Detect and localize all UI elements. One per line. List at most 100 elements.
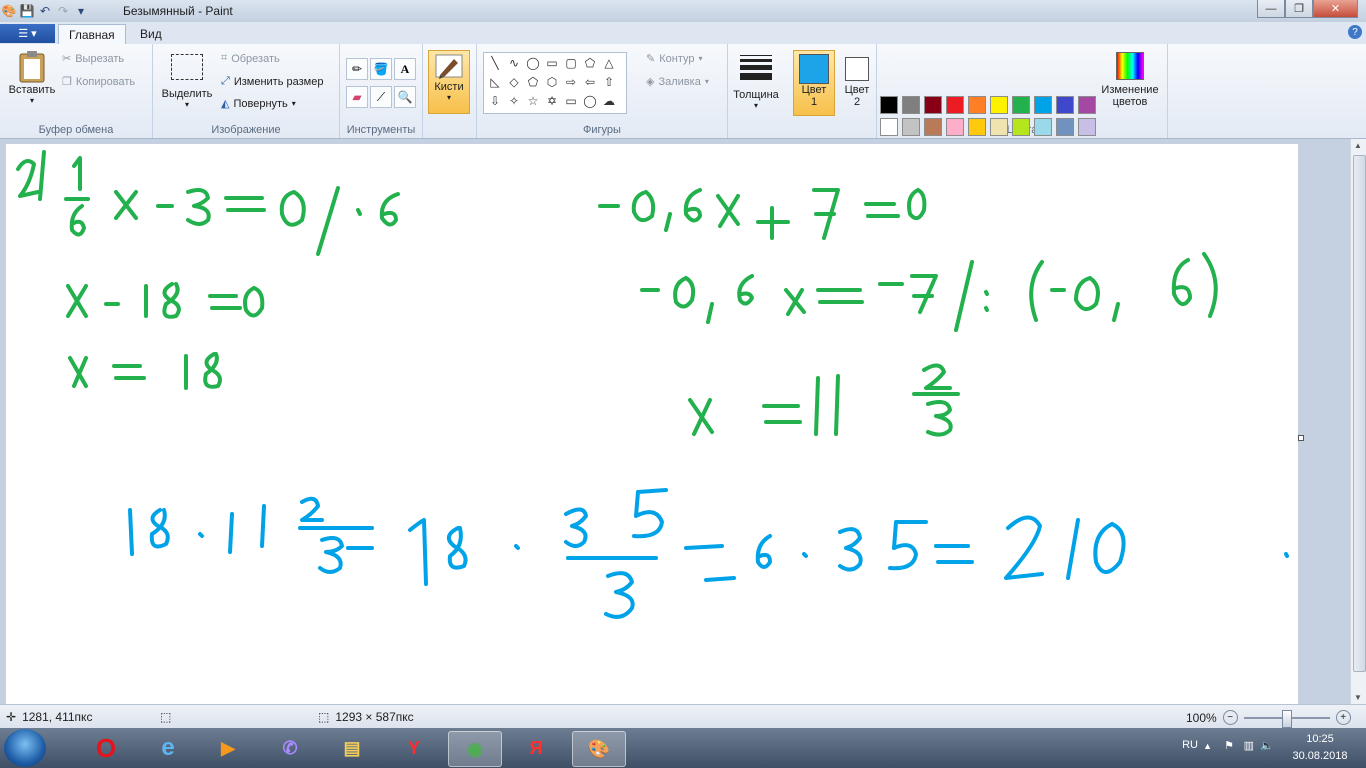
yandex-icon[interactable]: Я — [510, 731, 562, 765]
palette-color-swatch[interactable] — [1078, 96, 1096, 114]
network-icon[interactable]: ▥ — [1244, 739, 1254, 752]
zoom-out-icon[interactable]: − — [1222, 710, 1238, 725]
palette-color-swatch[interactable] — [1034, 118, 1052, 136]
tab-home[interactable]: Главная — [58, 24, 126, 45]
four-point-star-shape-icon[interactable]: ✧ — [505, 92, 523, 110]
color-picker-icon[interactable]: ⟋ — [370, 86, 392, 108]
volume-icon[interactable]: 🔈 — [1260, 739, 1274, 752]
palette-color-swatch[interactable] — [968, 118, 986, 136]
redo-icon[interactable]: ↷ — [56, 4, 70, 18]
customize-qat-icon[interactable]: ▾ — [74, 4, 88, 18]
paste-button[interactable]: Вставить ▾ — [6, 50, 58, 105]
size-button[interactable]: Толщина ▾ — [730, 52, 782, 110]
oval-shape-icon[interactable]: ◯ — [524, 54, 542, 72]
palette-color-swatch[interactable] — [902, 96, 920, 114]
diamond-shape-icon[interactable]: ◇ — [505, 73, 523, 91]
palette-color-swatch[interactable] — [1012, 96, 1030, 114]
save-icon[interactable]: 💾 — [20, 4, 35, 18]
rounded-rectangle-shape-icon[interactable]: ▢ — [562, 54, 580, 72]
edit-colors-button[interactable]: Изменение цветов — [1098, 52, 1162, 108]
rotate-button[interactable]: ◭ Повернуть ▾ — [221, 97, 296, 111]
brushes-button[interactable]: Кисти ▾ — [428, 50, 470, 114]
internet-explorer-icon[interactable]: e — [142, 731, 194, 765]
copy-button[interactable]: ❐ Копировать — [62, 75, 135, 89]
palette-color-swatch[interactable] — [946, 96, 964, 114]
triangle-shape-icon[interactable]: △ — [600, 54, 618, 72]
maximize-button[interactable]: ❐ — [1285, 0, 1313, 18]
five-point-star-shape-icon[interactable]: ☆ — [524, 92, 542, 110]
curve-shape-icon[interactable]: ∿ — [505, 54, 523, 72]
opera-icon[interactable]: O — [80, 731, 132, 765]
clock-time[interactable]: 10:25 — [1288, 733, 1352, 745]
resize-button[interactable]: ⤢ Изменить размер — [221, 75, 323, 88]
down-arrow-shape-icon[interactable]: ⇩ — [486, 92, 504, 110]
help-icon[interactable]: ? — [1348, 25, 1362, 39]
zoom-in-icon[interactable]: + — [1335, 710, 1351, 725]
select-button[interactable]: Выделить ▾ — [159, 54, 215, 109]
vertical-scrollbar[interactable]: ▲ ▼ — [1350, 139, 1366, 704]
minimize-button[interactable]: — — [1257, 0, 1285, 18]
crop-button[interactable]: ⌗ Обрезать — [221, 52, 280, 65]
eraser-icon[interactable]: ▰ — [346, 86, 368, 108]
scroll-down-icon[interactable]: ▼ — [1354, 693, 1362, 702]
color2-button[interactable]: Цвет 2 — [838, 50, 876, 114]
tab-view[interactable]: Вид — [130, 24, 172, 44]
left-arrow-shape-icon[interactable]: ⇦ — [581, 73, 599, 91]
palette-color-swatch[interactable] — [1034, 96, 1052, 114]
file-menu-button[interactable]: ☰ ▾ — [0, 24, 55, 43]
six-point-star-shape-icon[interactable]: ✡ — [543, 92, 561, 110]
pencil-icon[interactable]: ✏ — [346, 58, 368, 80]
palette-color-swatch[interactable] — [968, 96, 986, 114]
hexagon-shape-icon[interactable]: ⬡ — [543, 73, 561, 91]
canvas-resize-handle[interactable] — [1298, 435, 1304, 441]
palette-color-swatch[interactable] — [1012, 118, 1030, 136]
chrome-icon[interactable]: ◉ — [448, 731, 502, 767]
color1-button[interactable]: Цвет 1 — [793, 50, 835, 116]
palette-color-swatch[interactable] — [1056, 118, 1074, 136]
right-triangle-shape-icon[interactable]: ◺ — [486, 73, 504, 91]
action-center-icon[interactable]: ⚑ — [1224, 739, 1234, 752]
viber-icon[interactable]: ✆ — [264, 731, 316, 765]
palette-color-swatch[interactable] — [990, 96, 1008, 114]
palette-color-swatch[interactable] — [990, 118, 1008, 136]
palette-color-swatch[interactable] — [880, 118, 898, 136]
close-button[interactable]: ✕ — [1313, 0, 1358, 18]
palette-color-swatch[interactable] — [946, 118, 964, 136]
magnifier-icon[interactable]: 🔍 — [394, 86, 416, 108]
line-shape-icon[interactable]: ╲ — [486, 54, 504, 72]
scroll-up-icon[interactable]: ▲ — [1354, 141, 1362, 150]
callout-cloud-shape-icon[interactable]: ☁ — [600, 92, 618, 110]
start-button[interactable] — [4, 729, 46, 767]
cut-button[interactable]: ✂ Вырезать — [62, 52, 124, 66]
text-tool-icon[interactable]: A — [394, 58, 416, 80]
yandex-browser-icon[interactable]: Y — [388, 731, 440, 765]
right-arrow-shape-icon[interactable]: ⇨ — [562, 73, 580, 91]
polygon-shape-icon[interactable]: ⬠ — [581, 54, 599, 72]
undo-icon[interactable]: ↶ — [38, 4, 52, 18]
palette-color-swatch[interactable] — [1056, 96, 1074, 114]
language-indicator[interactable]: RU — [1182, 739, 1198, 751]
paint-taskbar-icon[interactable]: 🎨 — [572, 731, 626, 767]
palette-color-swatch[interactable] — [880, 96, 898, 114]
paint-app-icon[interactable]: 🎨 — [2, 4, 17, 18]
show-hidden-icons-icon[interactable]: ▲ — [1203, 741, 1212, 751]
scroll-thumb[interactable] — [1353, 155, 1366, 672]
pentagon-shape-icon[interactable]: ⬠ — [524, 73, 542, 91]
file-explorer-icon[interactable]: ▤ — [326, 731, 378, 765]
outline-button[interactable]: ✎ Контур ▾ — [646, 52, 703, 66]
zoom-slider-thumb[interactable] — [1281, 709, 1292, 728]
zoom-slider[interactable] — [1243, 709, 1330, 728]
drawing-canvas[interactable] — [6, 144, 1298, 704]
rectangle-shape-icon[interactable]: ▭ — [543, 54, 561, 72]
palette-color-swatch[interactable] — [902, 118, 920, 136]
palette-color-swatch[interactable] — [1078, 118, 1096, 136]
palette-color-swatch[interactable] — [924, 96, 942, 114]
fill-bucket-icon[interactable]: 🪣 — [370, 58, 392, 80]
clock-date[interactable]: 30.08.2018 — [1288, 750, 1352, 762]
media-player-icon[interactable]: ▶ — [202, 731, 254, 765]
fill-button[interactable]: ◈ Заливка ▾ — [646, 75, 709, 89]
callout-rect-shape-icon[interactable]: ▭ — [562, 92, 580, 110]
callout-oval-shape-icon[interactable]: ◯ — [581, 92, 599, 110]
palette-color-swatch[interactable] — [924, 118, 942, 136]
up-arrow-shape-icon[interactable]: ⇧ — [600, 73, 618, 91]
